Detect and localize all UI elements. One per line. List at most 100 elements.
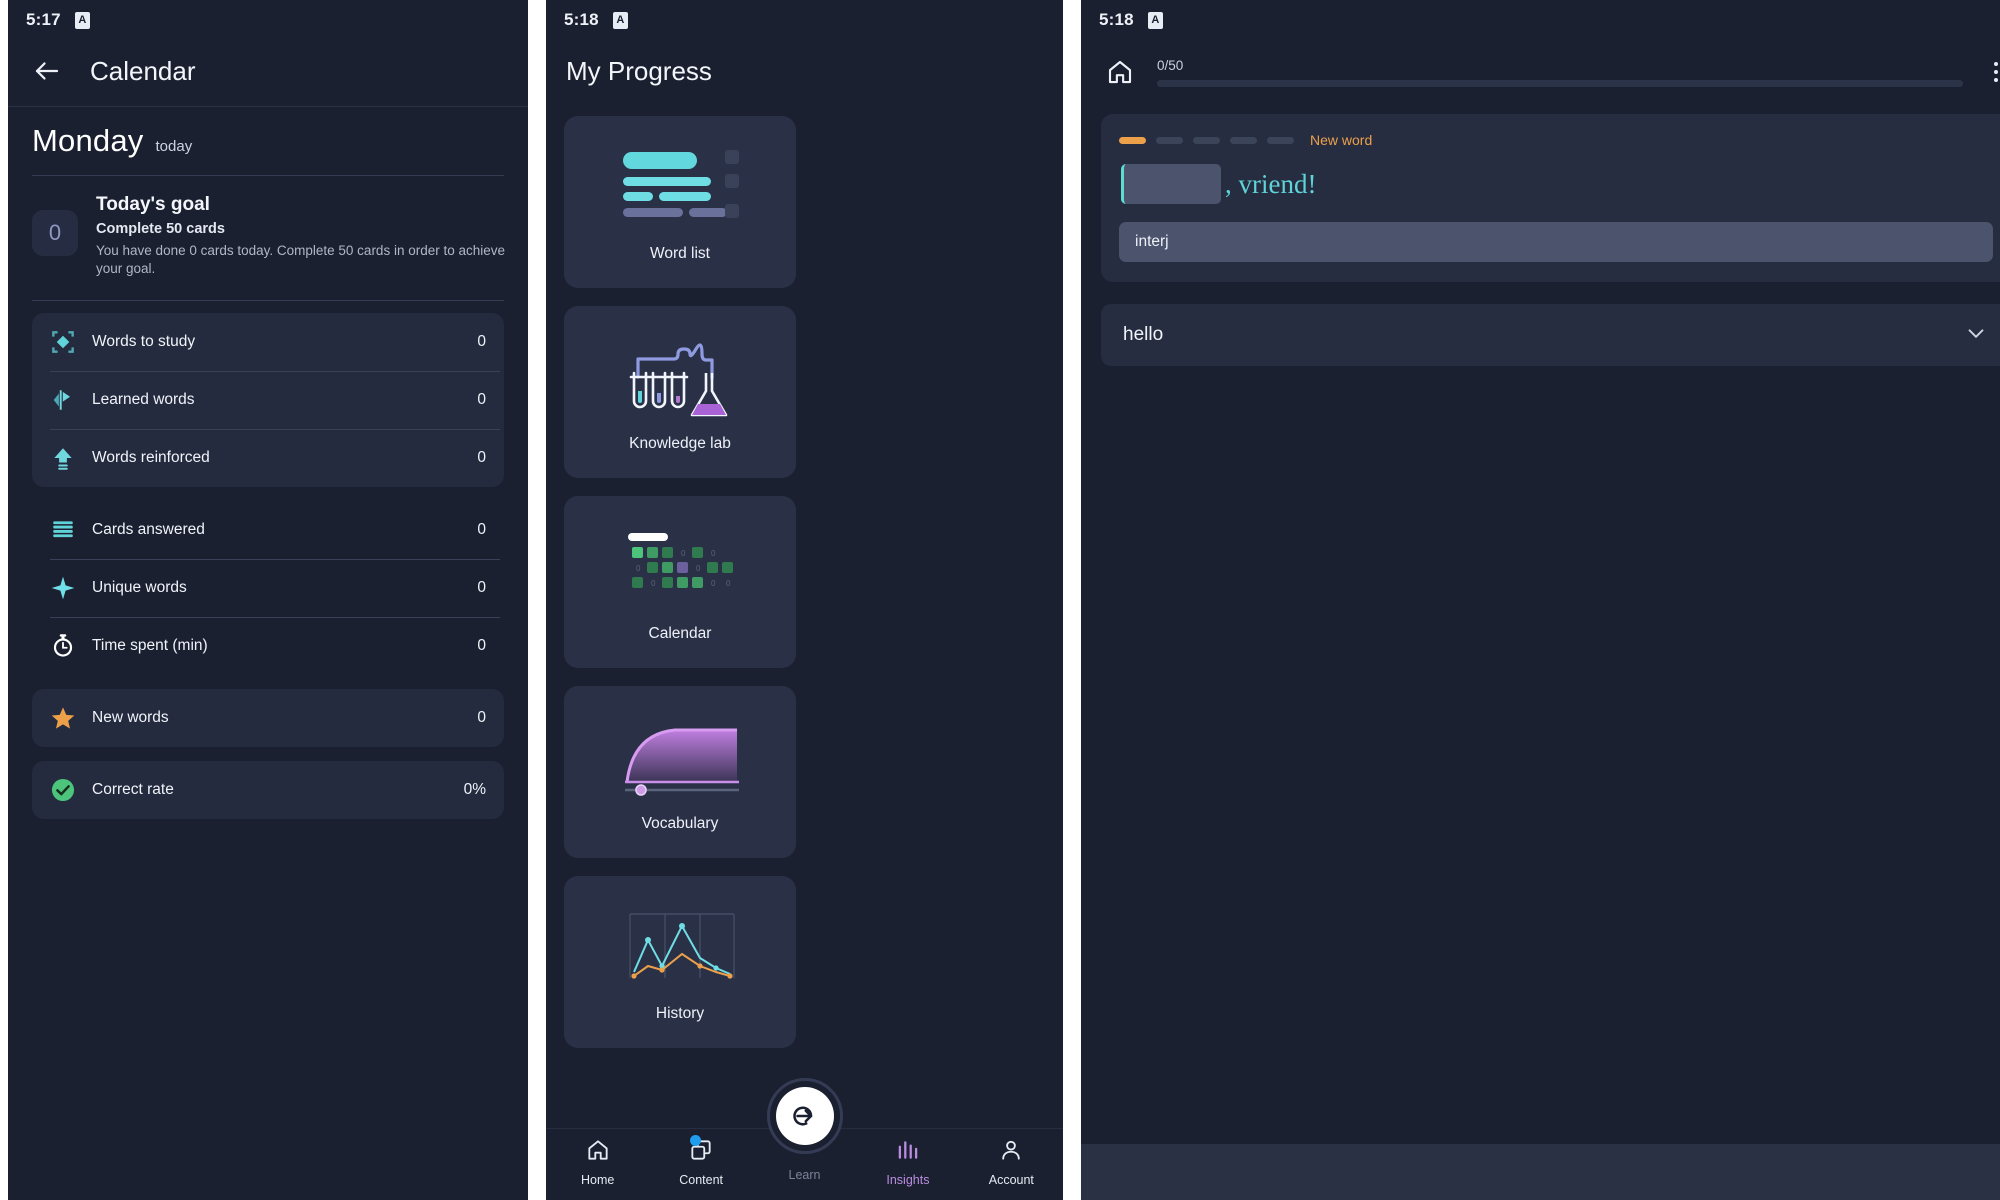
nav-item-label: Learn <box>788 1168 821 1182</box>
bottom-bar <box>1081 1144 2000 1200</box>
knowledge-lab-art <box>620 331 740 427</box>
sparkle-icon <box>50 575 76 601</box>
day-header: Monday today <box>8 107 528 169</box>
svg-text:0: 0 <box>696 564 701 573</box>
page-title: My Progress <box>566 55 712 86</box>
learn-exercise-screen: 5:18 A 0/50 New word , vriend! interj he… <box>1081 0 2000 1200</box>
chevron-down-icon[interactable] <box>1963 320 1989 351</box>
diamond-target-icon <box>50 329 76 355</box>
step-pills <box>1119 136 1294 144</box>
status-time: 5:17 <box>26 10 61 29</box>
todays-goal-card[interactable]: 0 Today's goal Complete 50 cards You hav… <box>8 176 528 294</box>
progress-tile-grid: Word list Knowledge lab 0 0 0 0 0 0 0 Calendar V… <box>546 102 1063 1048</box>
stat-row[interactable]: Words to study 0 <box>32 313 504 371</box>
goal-divider <box>32 299 504 301</box>
stat-value: 0 <box>477 708 486 726</box>
app-badge-icon: A <box>612 11 628 29</box>
home-icon <box>585 1137 611 1168</box>
status-bar-panel2: 5:18 A <box>546 0 1063 40</box>
bar-chart-icon <box>895 1137 921 1168</box>
step-pill <box>1267 136 1294 144</box>
status-time: 5:18 <box>1099 10 1134 29</box>
part-of-speech-field[interactable]: interj <box>1119 222 1993 262</box>
step-label: New word <box>1310 132 1373 148</box>
goal-progress-badge: 0 <box>32 210 78 256</box>
stat-row[interactable]: Time spent (min) 0 <box>32 616 504 675</box>
progress-tile[interactable]: Vocabulary <box>564 686 796 858</box>
stat-value: 0 <box>477 332 486 350</box>
nav-item-home[interactable]: Home <box>546 1137 649 1187</box>
status-bar-panel3: 5:18 A <box>1081 0 2000 40</box>
stat-value: 0 <box>477 578 486 596</box>
cloze-sentence: , vriend! <box>1119 164 1993 204</box>
app-badge-icon: A <box>1147 11 1163 29</box>
nav-item-label: Insights <box>886 1173 930 1187</box>
app-bar: 0/50 <box>1081 40 2000 104</box>
stat-row[interactable]: New words 0 <box>32 689 504 747</box>
stat-label: Words reinforced <box>92 448 210 466</box>
svg-text:0: 0 <box>726 579 731 588</box>
home-icon[interactable] <box>1103 55 1137 89</box>
answer-option-label: hello <box>1123 324 1164 345</box>
step-pill <box>1193 136 1220 144</box>
step-pill <box>1230 136 1257 144</box>
check-circle-icon <box>50 777 76 803</box>
my-progress-screen: 5:18 A My Progress Word list Knowledge l… <box>546 0 1063 1200</box>
stat-label: Time spent (min) <box>92 636 208 654</box>
progress-label: 0/50 <box>1157 57 1184 73</box>
star-icon <box>50 705 76 731</box>
sentence-remainder: , vriend! <box>1225 168 1317 199</box>
svg-text:0: 0 <box>651 579 656 588</box>
goal-subheading: Complete 50 cards <box>96 221 225 237</box>
stats-group: Cards answered 0 Unique words 0 Time spent (… <box>32 501 504 675</box>
app-bar: Calendar <box>8 40 528 102</box>
svg-text:0: 0 <box>711 549 716 558</box>
session-progress: 0/50 <box>1157 58 1963 87</box>
status-time: 5:18 <box>564 10 599 29</box>
answer-input[interactable] <box>1121 164 1221 204</box>
progress-tile[interactable]: History <box>564 876 796 1048</box>
stat-row[interactable]: Learned words 0 <box>32 370 504 429</box>
stat-label: New words <box>92 708 169 726</box>
app-badge-icon: A <box>74 11 90 29</box>
step-indicator: New word <box>1119 132 1993 148</box>
progress-tile[interactable]: Knowledge lab <box>564 306 796 478</box>
learn-fab[interactable] <box>766 1078 843 1154</box>
kebab-menu-icon[interactable] <box>1983 59 2000 85</box>
answer-option-row[interactable]: hello <box>1101 304 2000 366</box>
nav-item-content[interactable]: Content <box>649 1135 752 1187</box>
nav-item-account[interactable]: Account <box>960 1137 1063 1187</box>
tile-label: Calendar <box>648 625 712 642</box>
goal-text-block: Today's goal Complete 50 cards You have … <box>96 194 506 278</box>
progress-track <box>1157 79 1963 87</box>
tile-label: Vocabulary <box>641 815 719 832</box>
nav-item-label: Content <box>679 1173 723 1187</box>
screenshot-stage: 5:17 A Calendar Monday today 0 Today's g… <box>0 0 2000 1200</box>
stat-row[interactable]: Unique words 0 <box>32 558 504 617</box>
svg-text:0: 0 <box>636 564 641 573</box>
progress-tile[interactable]: Word list <box>564 116 796 288</box>
stat-row[interactable]: Words reinforced 0 <box>32 428 504 487</box>
question-card: New word , vriend! interj <box>1101 114 2000 282</box>
arrow-in-circle-icon <box>775 1087 834 1145</box>
stat-label: Learned words <box>92 390 195 408</box>
bar-flag-icon <box>50 387 76 413</box>
step-pill <box>1119 136 1146 144</box>
stat-row[interactable]: Cards answered 0 <box>32 501 504 559</box>
nav-item-label: Home <box>581 1173 615 1187</box>
stat-value: 0 <box>477 448 486 466</box>
goal-description: You have done 0 cards today. Complete 50… <box>96 243 506 276</box>
stat-row[interactable]: Correct rate 0% <box>32 761 504 819</box>
svg-text:0: 0 <box>681 549 686 558</box>
progress-tile[interactable]: 0 0 0 0 0 0 0 Calendar <box>564 496 796 668</box>
stat-label: Words to study <box>92 332 196 350</box>
nav-item-insights[interactable]: Insights <box>856 1137 959 1187</box>
back-arrow-icon[interactable] <box>32 56 62 86</box>
stat-label: Correct rate <box>92 780 174 798</box>
word-list-art <box>615 141 745 237</box>
person-icon <box>998 1137 1024 1168</box>
vocabulary-curve-art <box>617 711 743 807</box>
notification-badge-icon <box>689 1135 701 1146</box>
stat-value: 0 <box>477 636 486 654</box>
goal-badge-value: 0 <box>48 220 62 245</box>
